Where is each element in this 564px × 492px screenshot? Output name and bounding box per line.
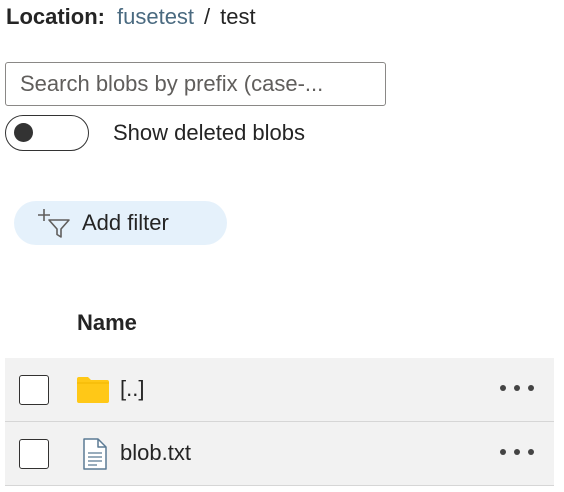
show-deleted-toggle[interactable]	[5, 115, 89, 151]
search-input[interactable]	[5, 62, 386, 106]
table-row[interactable]: blob.txt	[5, 422, 554, 486]
row-name-link[interactable]: blob.txt	[120, 440, 191, 466]
more-options-icon[interactable]	[500, 449, 534, 457]
add-filter-button[interactable]: Add filter	[14, 201, 227, 245]
breadcrumb-container-link[interactable]: fusetest	[117, 4, 194, 30]
show-deleted-row: Show deleted blobs	[5, 113, 305, 153]
toggle-knob	[14, 123, 33, 142]
add-filter-label: Add filter	[82, 210, 169, 235]
row-name-link[interactable]: [..]	[120, 376, 144, 402]
add-filter-icon	[38, 209, 70, 238]
show-deleted-label: Show deleted blobs	[113, 120, 306, 145]
table-row[interactable]: [..]	[5, 358, 554, 422]
folder-icon	[77, 377, 109, 403]
name-column-header[interactable]: Name	[77, 310, 137, 336]
breadcrumb-separator: /	[204, 4, 211, 29]
row-checkbox[interactable]	[19, 439, 49, 469]
location-label: Location:	[6, 4, 105, 29]
breadcrumb: Location: fusetest / test	[6, 3, 256, 31]
row-checkbox[interactable]	[19, 375, 49, 405]
more-options-icon[interactable]	[500, 385, 534, 393]
breadcrumb-current-folder: test	[220, 4, 256, 29]
text-file-icon	[83, 438, 107, 470]
